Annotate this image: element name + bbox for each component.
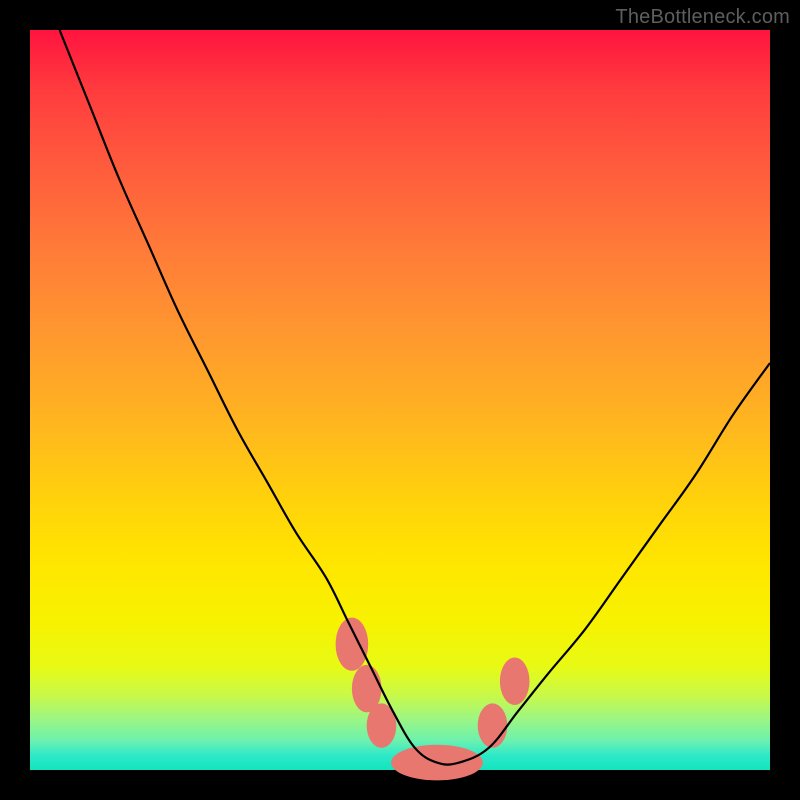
marker-layer [336,618,530,781]
chart-svg [30,30,770,770]
right-upper-blob [500,658,530,705]
watermark-text: TheBottleneck.com [615,6,790,29]
plot-area [30,30,770,770]
right-lower-blob [478,703,508,747]
chart-frame: TheBottleneck.com [0,0,800,800]
bottleneck-curve [60,30,770,765]
left-upper-blob [336,618,369,671]
